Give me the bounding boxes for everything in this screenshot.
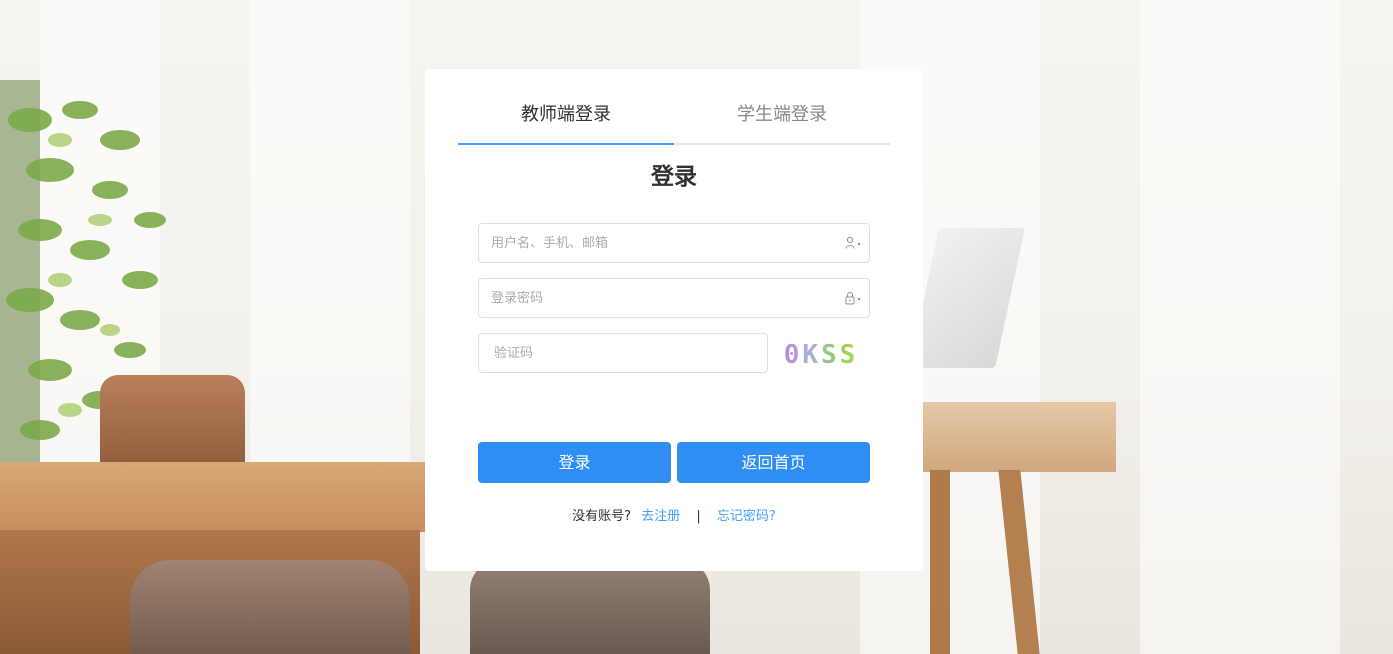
tab-student-login[interactable]: 学生端登录 xyxy=(674,95,890,143)
username-field xyxy=(478,223,870,263)
login-tabs: 教师端登录 学生端登录 xyxy=(458,95,890,145)
captcha-input[interactable] xyxy=(479,334,766,372)
tab-teacher-login[interactable]: 教师端登录 xyxy=(458,95,674,145)
form-title: 登录 xyxy=(651,164,697,190)
password-field xyxy=(478,278,870,318)
footer-links: 没有账号? 去注册 | 忘记密码? xyxy=(425,505,923,524)
curtain-strip xyxy=(1140,0,1340,654)
login-button[interactable]: 登录 xyxy=(478,442,671,483)
chair-decoration xyxy=(470,560,710,654)
footer-separator: | xyxy=(696,509,701,524)
captcha-field xyxy=(478,333,768,373)
chair-decoration xyxy=(100,375,245,470)
forgot-password-link[interactable]: 忘记密码? xyxy=(717,509,776,524)
back-home-button[interactable]: 返回首页 xyxy=(677,442,870,483)
captcha-image[interactable]: 0KSS xyxy=(781,337,861,373)
table-decoration xyxy=(920,402,1116,472)
user-icon xyxy=(845,236,861,249)
username-input[interactable] xyxy=(479,224,843,262)
table-decoration xyxy=(0,462,440,532)
login-card: 教师端登录 学生端登录 登录 0KSS 登录 返回首页 没有账号? 去注册 | … xyxy=(425,69,923,571)
register-link[interactable]: 去注册 xyxy=(641,509,680,524)
lock-icon xyxy=(845,292,861,305)
table-leg-decoration xyxy=(930,470,950,654)
password-input[interactable] xyxy=(479,279,843,317)
no-account-text: 没有账号? xyxy=(572,509,632,524)
chair-decoration xyxy=(130,560,410,654)
